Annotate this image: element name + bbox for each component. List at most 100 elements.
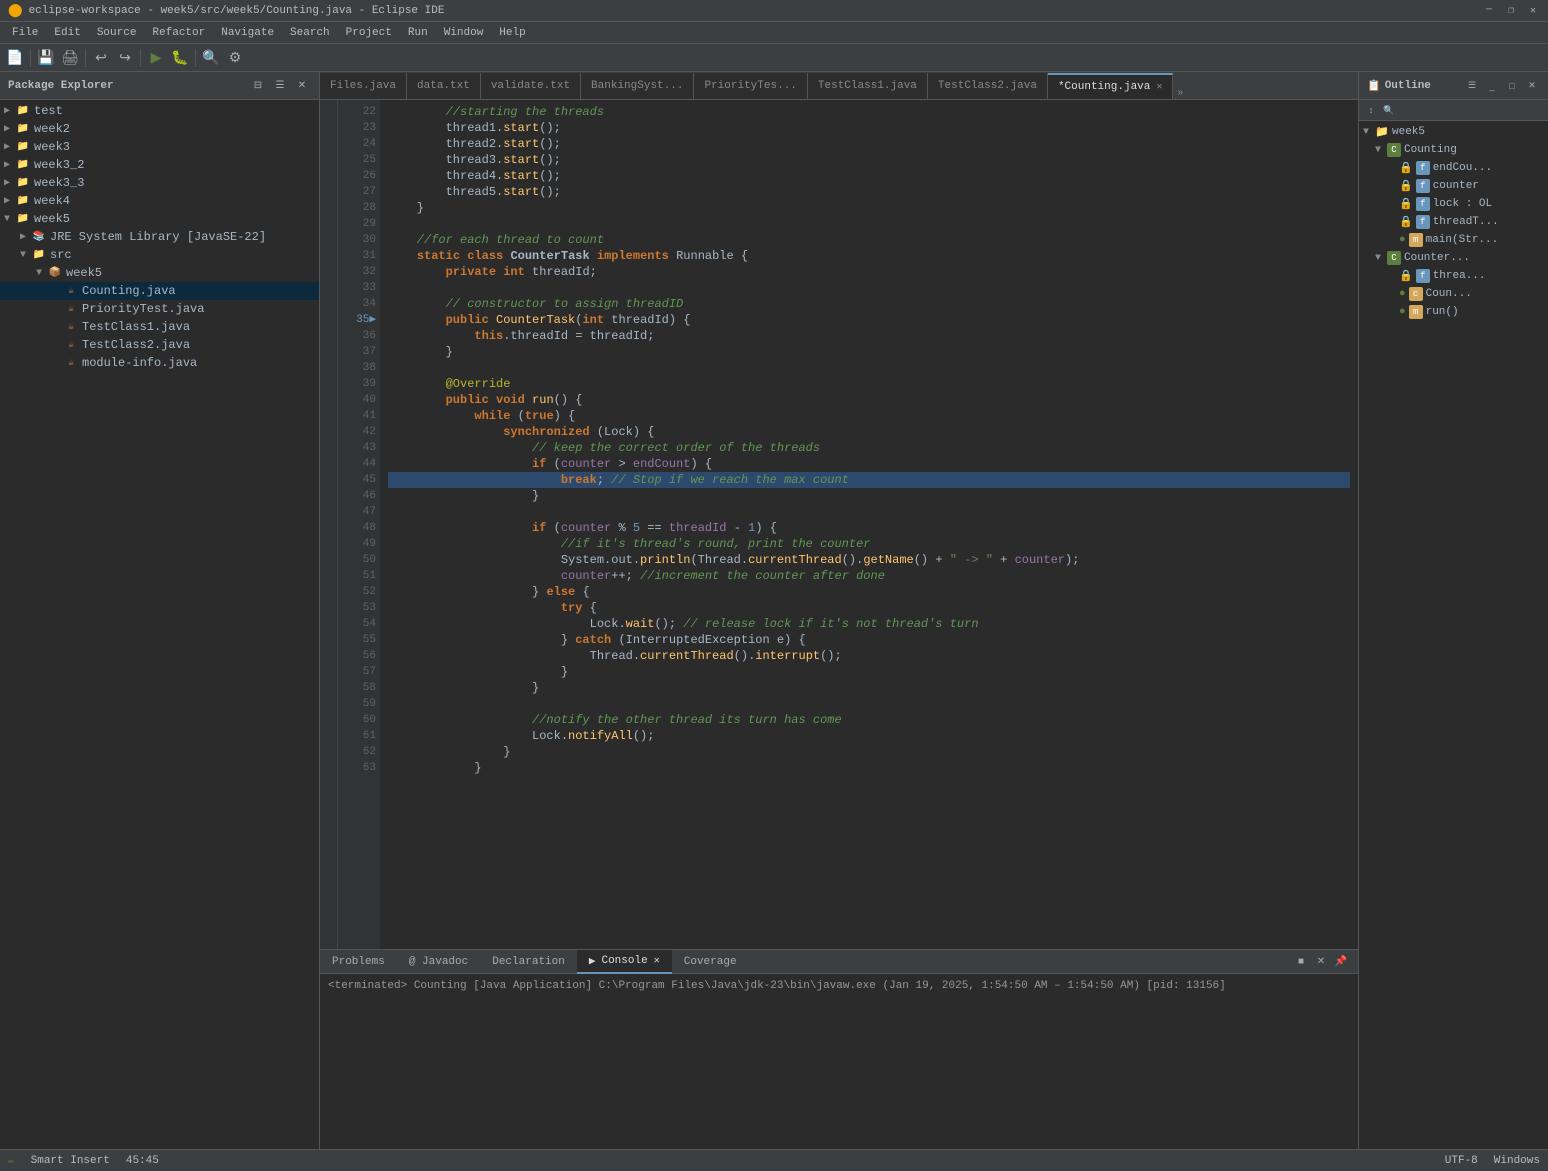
toolbar-run[interactable]: ▶ xyxy=(145,47,167,69)
tab-close-icon[interactable]: ✕ xyxy=(654,955,660,967)
tab-overflow[interactable]: » xyxy=(1173,88,1187,99)
stop-button[interactable]: ■ xyxy=(1292,953,1310,971)
tree-item-week3-3[interactable]: ▶ 📁 week3_3 xyxy=(0,174,319,192)
outline-item-constructor[interactable]: ● c Coun... xyxy=(1359,285,1548,303)
minimize-button[interactable]: ─ xyxy=(1482,4,1496,18)
outline-item-run[interactable]: ● m run() xyxy=(1359,303,1548,321)
clear-button[interactable]: ✕ xyxy=(1312,953,1330,971)
outline-icon: 📋 xyxy=(1367,79,1381,93)
close-button[interactable]: ✕ xyxy=(1526,4,1540,18)
code-line: } xyxy=(388,344,1350,360)
outline-max[interactable]: □ xyxy=(1504,78,1520,94)
tab-data-txt[interactable]: data.txt xyxy=(407,73,481,99)
tab-declaration[interactable]: Declaration xyxy=(480,952,577,972)
tree-item-week3[interactable]: ▶ 📁 week3 xyxy=(0,138,319,156)
tree-item-test[interactable]: ▶ 📁 test xyxy=(0,102,319,120)
tree-item-prioritytest[interactable]: ☕ PriorityTest.java xyxy=(0,300,319,318)
menu-file[interactable]: File xyxy=(4,25,46,41)
outline-close[interactable]: ✕ xyxy=(1524,78,1540,94)
package-explorer-header: Package Explorer ⊟ ☰ ✕ xyxy=(0,72,319,100)
outline-item-main[interactable]: ● m main(Str... xyxy=(1359,231,1548,249)
tab-testclass2[interactable]: TestClass2.java xyxy=(928,73,1048,99)
pe-collapse[interactable]: ⊟ xyxy=(249,77,267,95)
tab-coverage[interactable]: Coverage xyxy=(672,952,749,972)
tab-label: Files.java xyxy=(330,80,396,92)
tree-item-week5-pkg[interactable]: ▼ 📦 week5 xyxy=(0,264,319,282)
tree-label: module-info.java xyxy=(82,356,197,370)
outline-item-threadid[interactable]: 🔒 f threa... xyxy=(1359,267,1548,285)
toolbar-search[interactable]: 🔍 xyxy=(200,47,222,69)
arrow-icon: ▼ xyxy=(36,268,48,279)
tab-banking[interactable]: BankingSyst... xyxy=(581,73,694,99)
tree-item-moduleinfo[interactable]: ☕ module-info.java xyxy=(0,354,319,372)
code-line: } xyxy=(388,200,1350,216)
tree-item-week4[interactable]: ▶ 📁 week4 xyxy=(0,192,319,210)
tab-problems[interactable]: Problems xyxy=(320,952,397,972)
toolbar-redo[interactable]: ↪ xyxy=(114,47,136,69)
outline-label: week5 xyxy=(1392,126,1425,138)
tab-testclass1[interactable]: TestClass1.java xyxy=(808,73,928,99)
code-line: } xyxy=(388,680,1350,696)
menu-window[interactable]: Window xyxy=(436,25,492,41)
outline-label: counter xyxy=(1433,180,1479,192)
outline-item-endcount[interactable]: 🔒 f endCou... xyxy=(1359,159,1548,177)
toolbar-print[interactable]: 🖨 xyxy=(59,47,81,69)
outline-menu[interactable]: ☰ xyxy=(1464,78,1480,94)
menu-search[interactable]: Search xyxy=(282,25,338,41)
toolbar-settings[interactable]: ⚙ xyxy=(224,47,246,69)
tab-label: TestClass1.java xyxy=(818,80,917,92)
tree-item-src[interactable]: ▼ 📁 src xyxy=(0,246,319,264)
editor-tabs: Files.java data.txt validate.txt Banking… xyxy=(320,72,1358,100)
toolbar-undo[interactable]: ↩ xyxy=(90,47,112,69)
toolbar-new[interactable]: 📄 xyxy=(4,47,26,69)
tree-item-testclass1[interactable]: ☕ TestClass1.java xyxy=(0,318,319,336)
tree-item-counting[interactable]: ☕ Counting.java xyxy=(0,282,319,300)
menu-source[interactable]: Source xyxy=(89,25,145,41)
outline-item-counting-class[interactable]: ▼ C Counting xyxy=(1359,141,1548,159)
menu-edit[interactable]: Edit xyxy=(46,25,88,41)
pin-button[interactable]: 📌 xyxy=(1332,953,1350,971)
tab-priority[interactable]: PriorityTes... xyxy=(694,73,807,99)
outline-label: main(Str... xyxy=(1426,234,1499,246)
code-content[interactable]: //starting the threads thread1.start(); … xyxy=(380,100,1358,949)
menu-run[interactable]: Run xyxy=(400,25,436,41)
outline-sort[interactable]: ↕ xyxy=(1363,102,1379,118)
code-line: Lock.wait(); // release lock if it's not… xyxy=(388,616,1350,632)
outline-label: endCou... xyxy=(1433,162,1492,174)
tab-javadoc[interactable]: @ Javadoc xyxy=(397,952,480,972)
folder-icon: 📁 xyxy=(16,140,30,154)
outline-min[interactable]: _ xyxy=(1484,78,1500,94)
outline-item-week5[interactable]: ▼ 📁 week5 xyxy=(1359,123,1548,141)
toolbar-debug[interactable]: 🐛 xyxy=(169,47,191,69)
pe-menu[interactable]: ☰ xyxy=(271,77,289,95)
code-line: this.threadId = threadId; xyxy=(388,328,1350,344)
toolbar-sep-1 xyxy=(30,49,31,67)
menu-navigate[interactable]: Navigate xyxy=(213,25,282,41)
outline-item-counter-field[interactable]: 🔒 f counter xyxy=(1359,177,1548,195)
restore-button[interactable]: ❐ xyxy=(1504,4,1518,18)
tree-item-week3-2[interactable]: ▶ 📁 week3_2 xyxy=(0,156,319,174)
outline-label: Counter... xyxy=(1404,252,1470,264)
tab-console[interactable]: ▶ Console ✕ xyxy=(577,950,672,974)
pe-close[interactable]: ✕ xyxy=(293,77,311,95)
outline-filter[interactable]: 🔍 xyxy=(1381,102,1397,118)
outline-item-lock[interactable]: 🔒 f lock : OL xyxy=(1359,195,1548,213)
tab-counting[interactable]: *Counting.java ✕ xyxy=(1048,73,1173,99)
tree-item-week2[interactable]: ▶ 📁 week2 xyxy=(0,120,319,138)
tab-validate-txt[interactable]: validate.txt xyxy=(481,73,581,99)
tab-close-icon[interactable]: ✕ xyxy=(1156,81,1162,93)
outline-header: 📋 Outline ☰ _ □ ✕ xyxy=(1359,72,1548,100)
menu-project[interactable]: Project xyxy=(338,25,400,41)
tab-files-java[interactable]: Files.java xyxy=(320,73,407,99)
tree-item-testclass2[interactable]: ☕ TestClass2.java xyxy=(0,336,319,354)
outline-item-threadt[interactable]: 🔒 f threadT... xyxy=(1359,213,1548,231)
tree-item-week5[interactable]: ▼ 📁 week5 xyxy=(0,210,319,228)
toolbar-save[interactable]: 💾 xyxy=(35,47,57,69)
outline-item-counter-class[interactable]: ▼ C Counter... xyxy=(1359,249,1548,267)
menu-help[interactable]: Help xyxy=(491,25,533,41)
toolbar-sep-4 xyxy=(195,49,196,67)
menu-refactor[interactable]: Refactor xyxy=(144,25,213,41)
class-icon: C xyxy=(1387,251,1401,265)
tree-item-jre[interactable]: ▶ 📚 JRE System Library [JavaSE-22] xyxy=(0,228,319,246)
toolbar-sep-3 xyxy=(140,49,141,67)
